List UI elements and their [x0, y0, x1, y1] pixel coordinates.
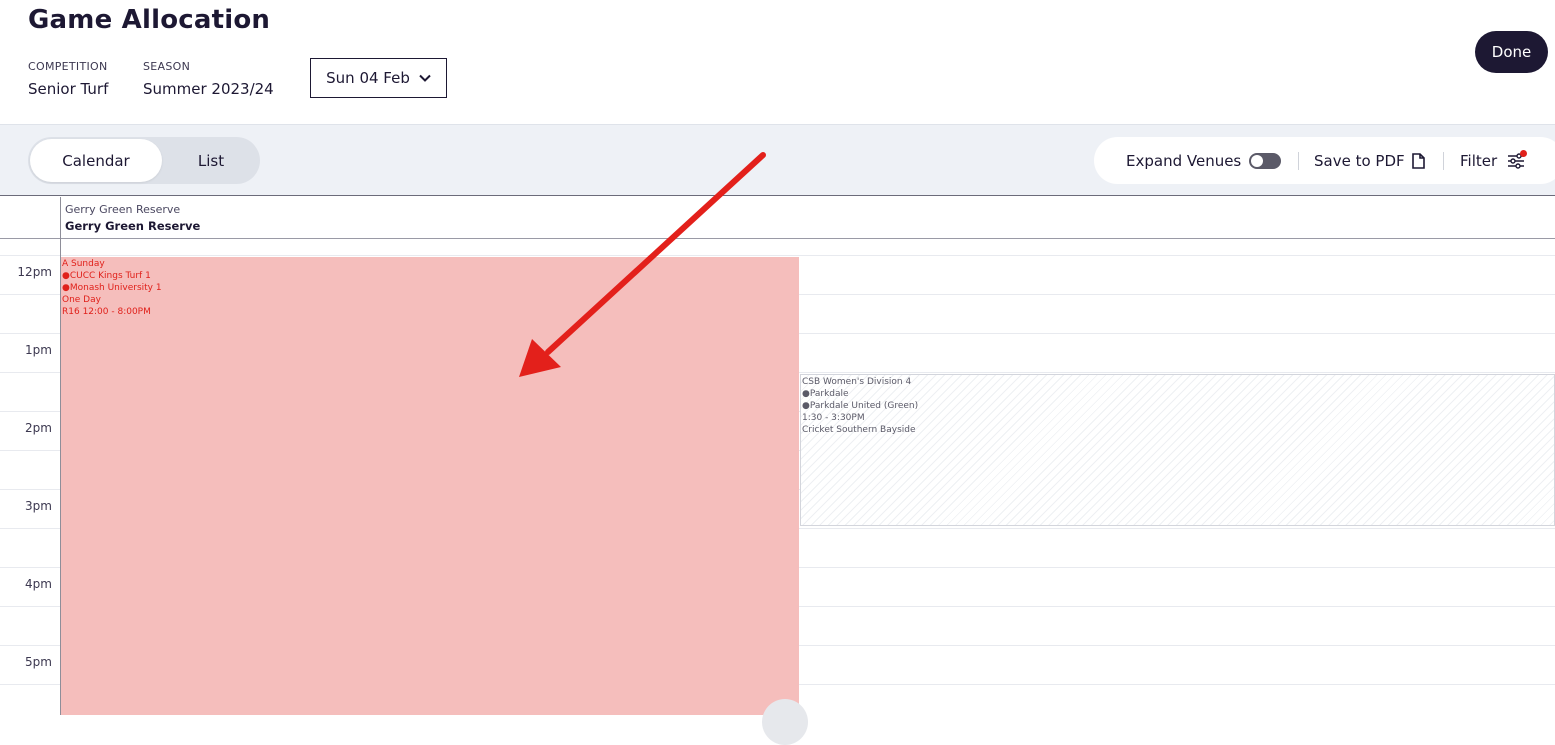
- annotation-arrow-icon: [519, 152, 766, 377]
